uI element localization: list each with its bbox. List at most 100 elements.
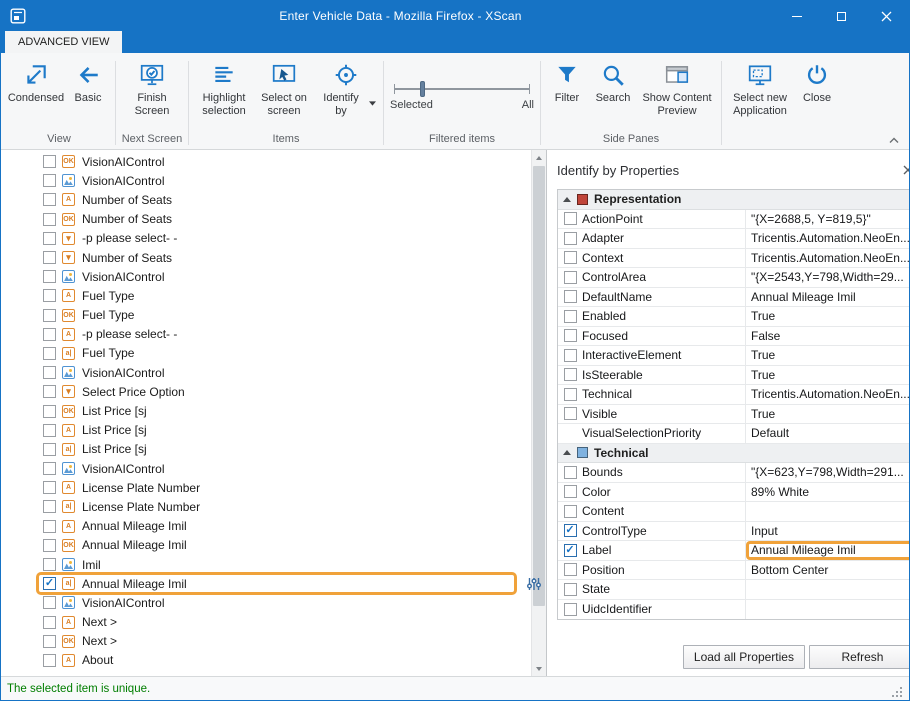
tree-row-checkbox[interactable] (43, 500, 56, 513)
tree-row[interactable]: a| List Price [sj (1, 440, 531, 459)
property-row[interactable]: Bounds "{X=623,Y=798,Width=291... (558, 463, 910, 483)
tree-row-checkbox[interactable] (43, 405, 56, 418)
show-content-preview-button[interactable]: Show Content Preview (637, 57, 717, 120)
property-checkbox[interactable] (564, 603, 577, 616)
property-group-header[interactable]: Representation (558, 190, 910, 210)
select-on-screen-button[interactable]: Select on screen (255, 57, 313, 120)
property-row[interactable]: ActionPoint "{X=2688,5, Y=819,5}" (558, 210, 910, 230)
property-row[interactable]: Visible True (558, 405, 910, 425)
property-row[interactable]: Enabled True (558, 307, 910, 327)
tree-row[interactable]: A Next > (1, 613, 531, 632)
tree-row[interactable]: VisionAIControl (1, 363, 531, 382)
property-row[interactable]: DefaultName Annual Mileage Imil (558, 288, 910, 308)
scrollbar-thumb[interactable] (533, 166, 545, 606)
property-checkbox[interactable] (564, 232, 577, 245)
condensed-button[interactable]: Condensed (7, 57, 65, 107)
tree-row-checkbox[interactable] (43, 616, 56, 629)
tune-icon[interactable] (526, 576, 542, 592)
property-row[interactable]: Content (558, 502, 910, 522)
tree-row-checkbox[interactable] (43, 424, 56, 437)
tree-row-checkbox[interactable] (43, 539, 56, 552)
tree-row-checkbox[interactable]: ✓ (43, 577, 56, 590)
close-panel-button[interactable] (900, 162, 910, 178)
property-row[interactable]: Technical Tricentis.Automation.NeoEn... (558, 385, 910, 405)
filtered-items-slider[interactable]: Selected All (388, 57, 536, 132)
filter-button[interactable]: Filter (545, 57, 589, 107)
tree-row[interactable]: OK List Price [sj (1, 401, 531, 420)
property-row[interactable]: Context Tricentis.Automation.NeoEn... (558, 249, 910, 269)
property-checkbox[interactable] (564, 388, 577, 401)
property-checkbox[interactable] (564, 349, 577, 362)
tree-row-checkbox[interactable] (43, 213, 56, 226)
tree-row[interactable]: OK Next > (1, 632, 531, 651)
property-checkbox[interactable] (564, 310, 577, 323)
tree-row-checkbox[interactable] (43, 328, 56, 341)
property-checkbox[interactable] (564, 485, 577, 498)
tree-row[interactable]: OK Fuel Type (1, 306, 531, 325)
tree-row-checkbox[interactable] (43, 251, 56, 264)
tree-row-checkbox[interactable] (43, 193, 56, 206)
property-row[interactable]: VisualSelectionPriority Default (558, 424, 910, 444)
tree-row-checkbox[interactable] (43, 558, 56, 571)
load-all-properties-button[interactable]: Load all Properties (683, 645, 805, 669)
property-row[interactable]: ControlArea "{X=2543,Y=798,Width=29... (558, 268, 910, 288)
tree-row[interactable]: ▾ -p please select- - (1, 229, 531, 248)
property-row[interactable]: Color 89% White (558, 483, 910, 503)
tree-row[interactable]: ✓ a| Annual Mileage Imil (1, 574, 531, 593)
property-row[interactable]: ✓ ControlType Input (558, 522, 910, 542)
tree-row-checkbox[interactable] (43, 596, 56, 609)
tree-row-checkbox[interactable] (43, 347, 56, 360)
property-row[interactable]: UidcIdentifier (558, 600, 910, 620)
refresh-button[interactable]: Refresh (809, 645, 910, 669)
tree-row-checkbox[interactable] (43, 385, 56, 398)
resize-grip[interactable] (891, 686, 903, 698)
tree-row-checkbox[interactable] (43, 520, 56, 533)
property-checkbox[interactable] (564, 329, 577, 342)
tree-row[interactable]: A -p please select- - (1, 325, 531, 344)
property-checkbox[interactable] (564, 407, 577, 420)
property-checkbox[interactable] (564, 505, 577, 518)
property-checkbox[interactable] (564, 212, 577, 225)
maximize-button[interactable] (819, 1, 864, 31)
property-row[interactable]: Position Bottom Center (558, 561, 910, 581)
tree-row[interactable]: a| License Plate Number (1, 497, 531, 516)
highlight-selection-button[interactable]: Highlight selection (193, 57, 255, 120)
tree-row[interactable]: ▾ Select Price Option (1, 382, 531, 401)
property-checkbox[interactable]: ✓ (564, 524, 577, 537)
finish-screen-button[interactable]: Finish Screen (120, 57, 184, 120)
identify-by-button[interactable]: Identify by (313, 57, 379, 120)
tree-row-checkbox[interactable] (43, 654, 56, 667)
property-checkbox[interactable] (564, 466, 577, 479)
property-checkbox[interactable] (564, 271, 577, 284)
basic-button[interactable]: Basic (65, 57, 111, 107)
tree-row[interactable]: OK Number of Seats (1, 210, 531, 229)
property-row[interactable]: ✓ Label Annual Mileage Imil (558, 541, 910, 561)
tree-row[interactable]: A Fuel Type (1, 286, 531, 305)
property-row[interactable]: Adapter Tricentis.Automation.NeoEn... (558, 229, 910, 249)
tab-advanced-view[interactable]: ADVANCED VIEW (5, 31, 122, 53)
tree-row[interactable]: a| Fuel Type (1, 344, 531, 363)
tree-row-checkbox[interactable] (43, 174, 56, 187)
search-button[interactable]: Search (589, 57, 637, 107)
tree-row[interactable]: ▾ Number of Seats (1, 248, 531, 267)
tree-row[interactable]: A Annual Mileage Imil (1, 517, 531, 536)
tree-row[interactable]: VisionAIControl (1, 171, 531, 190)
tree-row[interactable]: VisionAIControl (1, 593, 531, 612)
tree-row-checkbox[interactable] (43, 289, 56, 302)
tree-row-checkbox[interactable] (43, 309, 56, 322)
property-checkbox[interactable] (564, 563, 577, 576)
minimize-button[interactable] (774, 1, 819, 31)
tree-row-checkbox[interactable] (43, 232, 56, 245)
tree-scrollbar[interactable] (531, 150, 546, 676)
tree-row[interactable]: A License Plate Number (1, 478, 531, 497)
property-row[interactable]: InteractiveElement True (558, 346, 910, 366)
tree-row-checkbox[interactable] (43, 155, 56, 168)
close-button[interactable]: Close (794, 57, 840, 107)
tree-row[interactable]: OK VisionAIControl (1, 152, 531, 171)
slider-track[interactable] (394, 88, 530, 90)
tree-row-checkbox[interactable] (43, 270, 56, 283)
tree-row[interactable]: A List Price [sj (1, 421, 531, 440)
property-checkbox[interactable] (564, 290, 577, 303)
tree-row-checkbox[interactable] (43, 443, 56, 456)
tree-row[interactable]: OK Annual Mileage Imil (1, 536, 531, 555)
